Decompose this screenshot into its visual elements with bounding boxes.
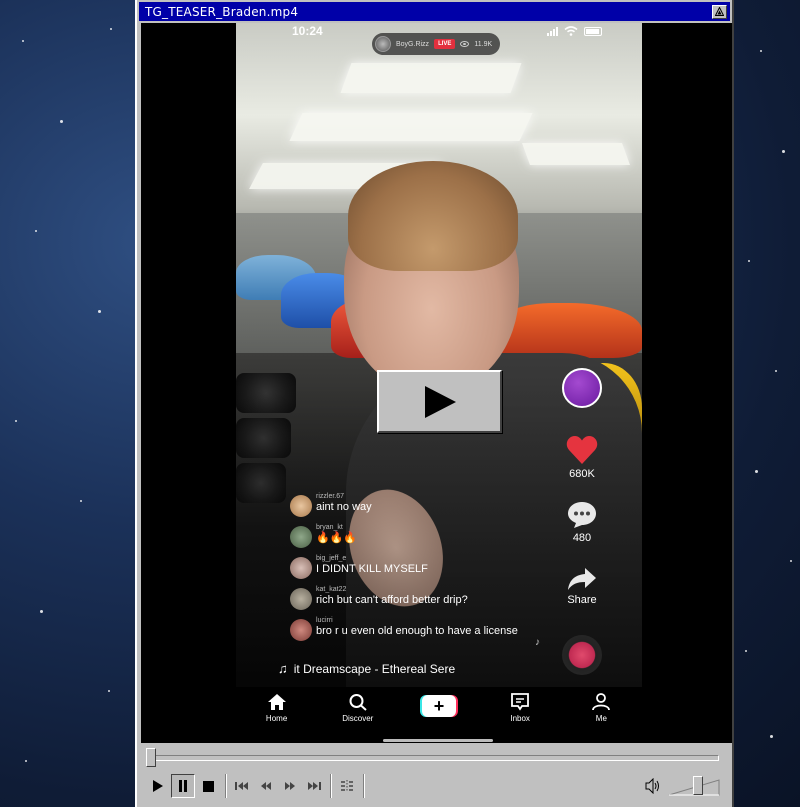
comment-text: bro r u even old enough to have a licens… xyxy=(316,625,518,637)
nav-inbox[interactable]: Inbox xyxy=(490,693,550,723)
like-count: 680K xyxy=(569,468,595,480)
comment-text: I DIDNT KILL MYSELF xyxy=(316,563,428,575)
comment-text: 🔥🔥🔥 xyxy=(316,532,358,544)
skip-back-icon xyxy=(235,782,248,790)
big-play-button[interactable] xyxy=(377,370,502,433)
music-note-icon: ♫ xyxy=(278,661,288,676)
video-frame[interactable]: 10:24 BoyG.Rizz LIVE 11.9K 680K 480 Shar… xyxy=(141,23,732,743)
nav-discover[interactable]: Discover xyxy=(328,693,388,723)
nav-me[interactable]: Me xyxy=(571,693,631,723)
skip-back-button[interactable] xyxy=(230,774,254,798)
nav-inbox-label: Inbox xyxy=(510,714,530,723)
bottom-nav: Home Discover + Inbox Me xyxy=(236,687,642,743)
play-button[interactable] xyxy=(146,774,170,798)
window-title: TG_TEASER_Braden.mp4 xyxy=(145,4,299,19)
comment-item: big_jeff_e I DIDNT KILL MYSELF xyxy=(290,555,428,579)
resize-icon[interactable] xyxy=(712,4,727,19)
comment-icon xyxy=(568,502,596,528)
comment-user: kat_kat22 xyxy=(316,586,347,593)
fast-forward-icon xyxy=(285,782,295,790)
inbox-icon xyxy=(511,693,530,711)
seek-bar[interactable] xyxy=(149,755,719,761)
heart-icon xyxy=(566,436,598,464)
nav-me-label: Me xyxy=(595,714,607,723)
stop-button[interactable] xyxy=(196,774,220,798)
viewer-count: 11.9K xyxy=(474,40,493,48)
host-avatar xyxy=(375,36,391,52)
nav-home[interactable]: Home xyxy=(247,693,307,723)
pause-button[interactable] xyxy=(171,774,195,798)
commenter-avatar xyxy=(290,619,312,641)
music-title: it Dreamscape - Ethereal Sere xyxy=(293,661,456,676)
separator xyxy=(363,774,365,798)
comment-text: rich but can't afford better drip? xyxy=(316,594,468,606)
play-icon xyxy=(153,780,163,792)
comment-item: rizzler.67 aint no way xyxy=(290,493,372,517)
commenter-avatar xyxy=(290,557,312,579)
music-disc-icon[interactable] xyxy=(562,635,602,675)
comment-text: aint no way xyxy=(316,501,372,513)
commenter-avatar xyxy=(290,526,312,548)
profile-icon xyxy=(592,693,611,711)
host-username: BoyG.Rizz xyxy=(396,40,430,48)
title-bar[interactable]: TG_TEASER_Braden.mp4 xyxy=(139,2,730,21)
share-label: Share xyxy=(567,594,597,606)
nav-create[interactable]: + xyxy=(409,693,469,717)
rewind-icon xyxy=(261,782,271,790)
pause-icon xyxy=(179,780,187,792)
comment-count: 480 xyxy=(572,532,592,544)
creator-avatar[interactable] xyxy=(562,368,602,408)
comment-item: kat_kat22 rich but can't afford better dr… xyxy=(290,586,468,610)
playlist-icon xyxy=(341,780,353,792)
separator xyxy=(225,774,227,798)
live-host-pill[interactable]: BoyG.Rizz LIVE 11.9K xyxy=(372,33,501,55)
skip-forward-icon xyxy=(308,782,321,790)
stop-icon xyxy=(202,780,214,792)
share-icon xyxy=(568,568,596,590)
comment-user: lucirri xyxy=(316,617,333,624)
share-action[interactable]: Share xyxy=(552,567,612,606)
battery-icon xyxy=(584,27,602,36)
home-indicator xyxy=(383,739,493,742)
player-controls xyxy=(141,744,732,807)
skip-forward-button[interactable] xyxy=(302,774,326,798)
live-badge: LIVE xyxy=(434,39,456,49)
volume-button[interactable] xyxy=(641,774,665,798)
eye-icon xyxy=(460,41,470,47)
comment-item: bryan_kt 🔥🔥🔥 xyxy=(290,524,357,548)
signal-icon xyxy=(547,27,558,36)
small-music-note-icon: ♪ xyxy=(535,637,540,648)
search-icon xyxy=(349,694,367,711)
status-time: 10:24 xyxy=(292,24,323,38)
media-player-window: TG_TEASER_Braden.mp4 10:24 BoyG.Rizz LIV… xyxy=(135,0,734,807)
play-icon xyxy=(424,385,456,418)
wifi-icon xyxy=(564,26,578,36)
nav-home-label: Home xyxy=(265,714,288,723)
comment-user: rizzler.67 xyxy=(316,493,345,500)
commenter-avatar xyxy=(290,495,312,517)
playlist-button[interactable] xyxy=(335,774,359,798)
volume-thumb[interactable] xyxy=(693,776,704,795)
fast-forward-button[interactable] xyxy=(278,774,302,798)
like-action[interactable]: 680K xyxy=(552,435,612,480)
commenter-avatar xyxy=(290,588,312,610)
home-icon xyxy=(267,694,286,710)
rewind-button[interactable] xyxy=(254,774,278,798)
separator xyxy=(330,774,332,798)
nav-discover-label: Discover xyxy=(342,714,374,723)
speaker-icon xyxy=(645,778,659,794)
comment-user: big_jeff_e xyxy=(316,555,347,562)
seek-thumb[interactable] xyxy=(146,748,156,767)
create-plus-symbol: + xyxy=(421,695,456,717)
comment-action[interactable]: 480 xyxy=(552,501,612,544)
comment-user: bryan_kt xyxy=(316,524,343,531)
comment-item: lucirri bro r u even old enough to have a… xyxy=(290,617,518,641)
music-ticker[interactable]: ♫ it Dreamscape - Ethereal Sere xyxy=(278,661,455,676)
create-plus-icon: + xyxy=(419,695,458,717)
